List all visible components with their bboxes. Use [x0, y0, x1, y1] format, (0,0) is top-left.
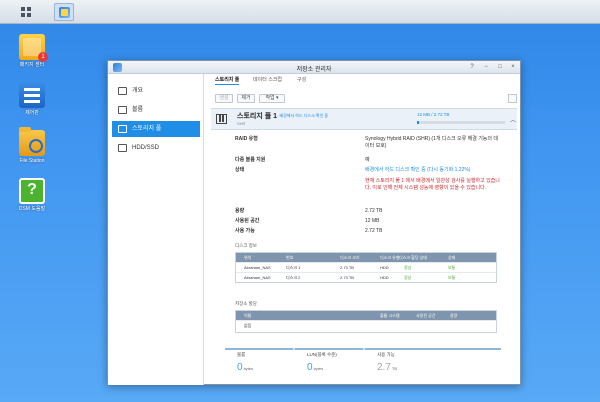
hdd-icon — [118, 144, 127, 152]
summary-unit: TB — [391, 366, 398, 371]
summary-unit: bytes — [243, 366, 254, 371]
sidebar-item-volume[interactable]: 볼륨 — [112, 102, 200, 118]
storage-pool-icon — [118, 125, 127, 133]
sidebar-item-storage-pool[interactable]: 스토리지 풀 — [112, 121, 200, 137]
pool-usage-bar — [417, 121, 505, 124]
summary-volume: 볼륨 0bytes — [237, 352, 254, 373]
table-header: 위치 번호 디스크 크기 디스크 유형 디스크 할당 상태 상태 — [236, 253, 496, 262]
desktop-icon-package-center[interactable]: 1 패키지 센터 — [10, 34, 54, 68]
main-menu-button[interactable] — [16, 3, 36, 21]
main-panel: 스토리지 풀 데이터 스크럽 구성 생성 제거 작업 ▾ 스토리지 풀 1 - … — [205, 74, 521, 385]
disk-info-title: 디스크 정보 — [235, 243, 257, 248]
sidebar-item-overview[interactable]: 개요 — [112, 83, 200, 99]
grid-icon — [21, 7, 31, 17]
sidebar-item-label: HDD/SSD — [132, 145, 160, 151]
desktop-icon-label: 제어판 — [25, 110, 39, 116]
sidebar-item-label: 개요 — [132, 88, 144, 94]
help-icon: ? — [19, 178, 45, 204]
summary-available: 사용 가능 2.7TB — [377, 352, 398, 373]
allocation-table: 이름 볼륨 시스템 사용된 공간 용량 없음 — [235, 310, 497, 333]
table-row: 없음 — [236, 320, 496, 332]
table-row[interactable]: Abraham_NAS 디스크 2 2.73 TB HDD 정상 보통 — [236, 272, 496, 282]
chevron-up-icon[interactable]: ︿ — [510, 115, 516, 124]
minimize-button[interactable]: − — [482, 63, 490, 71]
list-view-toggle-icon[interactable] — [508, 94, 517, 103]
window-titlebar[interactable]: 저장소 관리자 ? − □ × — [108, 61, 520, 74]
storage-pool-header[interactable]: 스토리지 풀 1 - 배경에서 하드 디스크 확인 중 SHR 12 MB / … — [211, 108, 517, 130]
control-panel-icon — [19, 82, 45, 108]
overview-icon — [118, 87, 127, 95]
remove-button[interactable]: 제거 — [237, 94, 255, 103]
sidebar-item-label: 스토리지 풀 — [132, 126, 162, 132]
sidebar-item-hdd-ssd[interactable]: HDD/SSD — [112, 140, 200, 156]
desktop-icon-label: 패키지 센터 — [19, 62, 45, 68]
desktop-icon-dsm-help[interactable]: ? DSM 도움말 — [10, 178, 54, 212]
pool-status-inline: - 배경에서 하드 디스크 확인 중 — [277, 113, 329, 118]
desktop-icon-label: File Station — [19, 158, 45, 164]
table-header: 이름 볼륨 시스템 사용된 공간 용량 — [236, 311, 496, 320]
desktop-icon-file-station[interactable]: File Station — [10, 127, 54, 164]
package-center-icon: 1 — [19, 34, 48, 62]
pool-name: 스토리지 풀 1 — [237, 113, 277, 120]
table-row[interactable]: Abraham_NAS 디스크 1 2.73 TB HDD 정상 보통 — [236, 262, 496, 272]
summary-unit: bytes — [313, 366, 324, 371]
allocation-title: 저장소 할당 — [235, 301, 257, 306]
close-button[interactable]: × — [509, 63, 517, 71]
action-dropdown-button[interactable]: 작업 ▾ — [259, 94, 285, 103]
sidebar: 개요 볼륨 스토리지 풀 HDD/SSD — [108, 74, 204, 385]
pool-capacity: 12 MB / 2.72 TB — [417, 112, 450, 117]
tab-configuration[interactable]: 구성 — [297, 76, 306, 83]
pool-type: SHR — [237, 121, 246, 126]
tab-storage-pool[interactable]: 스토리지 풀 — [215, 76, 240, 85]
summary-value: 2.7 — [377, 362, 391, 373]
volume-icon — [118, 106, 127, 114]
desktop-icon-label: DSM 도움말 — [18, 206, 46, 212]
summary-value: 0 — [237, 362, 243, 373]
help-button[interactable]: ? — [468, 63, 476, 71]
storage-manager-icon — [59, 7, 70, 18]
desktop-icon-control-panel[interactable]: 제어판 — [10, 82, 54, 116]
disk-info-table: 위치 번호 디스크 크기 디스크 유형 디스크 할당 상태 상태 Abraham… — [235, 252, 497, 283]
notification-badge: 1 — [38, 52, 48, 62]
window-title: 저장소 관리자 — [296, 67, 332, 73]
sidebar-item-label: 볼륨 — [132, 107, 144, 113]
taskbar-storage-manager-button[interactable] — [54, 3, 74, 21]
create-button[interactable]: 생성 — [215, 94, 233, 103]
summary-lun: LUN(블록 수준) 0bytes — [307, 352, 337, 373]
taskbar — [0, 0, 600, 24]
storage-pool-icon — [216, 114, 227, 124]
summary-value: 0 — [307, 362, 313, 373]
file-station-icon — [19, 127, 45, 156]
storage-manager-window: 저장소 관리자 ? − □ × 개요 볼륨 스토리지 풀 HDD/SSD 스토리… — [107, 60, 521, 385]
maximize-button[interactable]: □ — [496, 63, 504, 71]
tab-data-scrubbing[interactable]: 데이터 스크럽 — [253, 76, 282, 83]
